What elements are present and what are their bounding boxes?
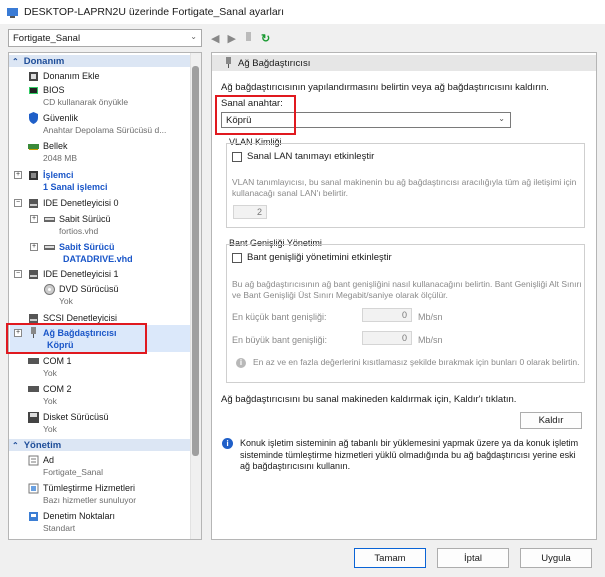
expand-processor-icon[interactable]: + — [14, 171, 22, 179]
expand-hdd1-icon[interactable]: + — [30, 215, 38, 223]
hardware-section-header[interactable]: ⌃ Donanım — [9, 55, 191, 67]
collapse-icon: ⌃ — [12, 440, 19, 450]
vlan-checkbox-row[interactable]: Sanal LAN tanımayı etkinleştir — [232, 151, 374, 162]
com-port-icon — [27, 383, 39, 395]
expand-hdd2-icon[interactable]: + — [30, 243, 38, 251]
bandwidth-description: Bu ağ bağdaştırıcısının ağ bant genişliğ… — [232, 279, 582, 300]
processor-icon — [27, 169, 39, 181]
hard-drive-icon — [43, 241, 55, 253]
chevron-down-icon: ⌄ — [498, 114, 505, 123]
cancel-button[interactable]: İptal — [437, 548, 509, 568]
name-icon — [27, 454, 39, 466]
tree-item-add-hardware[interactable]: Donanım Ekle — [27, 70, 100, 82]
tree-item-floppy[interactable]: Disket Sürücüsü Yok — [27, 411, 109, 435]
tree-item-checkpoints[interactable]: Denetim Noktaları Standart — [27, 510, 115, 534]
com-port-icon — [27, 355, 39, 367]
tree-item-ide-controller-1[interactable]: IDE Denetleyicisi 1 — [27, 268, 119, 280]
max-bandwidth-label: En büyük bant genişliği: — [232, 335, 328, 345]
forward-icon[interactable]: ▶ — [227, 32, 235, 45]
vm-icon — [244, 31, 253, 46]
ide-controller-icon — [27, 197, 39, 209]
vlan-checkbox[interactable] — [232, 151, 242, 162]
panel-title: Ağ Bağdaştırıcısı — [238, 57, 311, 69]
panel-header: Ağ Bağdaştırıcısı — [212, 55, 596, 71]
info-icon: i — [222, 438, 233, 449]
vlan-description: VLAN tanımlayıcısı, bu sanal makinenin b… — [232, 177, 577, 198]
shield-icon — [27, 112, 39, 124]
legacy-adapter-info: Konuk işletim sisteminin ağ tabanlı bir … — [240, 438, 579, 471]
chevron-down-icon: ⌄ — [190, 32, 197, 41]
tree-item-ide-controller-0[interactable]: IDE Denetleyicisi 0 — [27, 197, 119, 209]
bandwidth-checkbox-row[interactable]: Bant genişliği yönetimini etkinleştir — [232, 252, 392, 263]
tree-item-hard-drive-datadrive[interactable]: Sabit Sürücü DATADRIVE.vhd — [43, 241, 133, 265]
min-bandwidth-unit: Mb/sn — [418, 312, 443, 322]
ide-controller-icon — [27, 268, 39, 280]
tree-item-security[interactable]: Güvenlik Anahtar Depolama Sürücüsü d... — [27, 112, 166, 136]
bandwidth-note: En az ve en fazla değerlerini kısıtlamas… — [253, 357, 580, 367]
tree-item-bios[interactable]: BIOS CD kullanarak önyükle — [27, 84, 128, 108]
tree-item-memory[interactable]: Bellek 2048 MB — [27, 140, 77, 164]
window-title: DESKTOP-LAPRN2U üzerinde Fortigate_Sanal… — [24, 6, 285, 18]
add-hardware-icon — [27, 70, 39, 82]
apply-button[interactable]: Uygula — [520, 548, 592, 568]
remove-button[interactable]: Kaldır — [520, 412, 582, 429]
collapse-icon: ⌃ — [12, 56, 19, 66]
min-bandwidth-label: En küçük bant genişliği: — [232, 312, 327, 322]
highlight-box-virtual-switch — [215, 95, 296, 135]
max-bandwidth-input[interactable]: 0 — [362, 331, 412, 345]
floppy-icon — [27, 411, 39, 423]
vlan-id-input[interactable]: 2 — [233, 205, 267, 219]
max-bandwidth-unit: Mb/sn — [418, 335, 443, 345]
network-adapter-icon — [223, 57, 233, 72]
highlight-box-network-adapter — [6, 323, 147, 354]
remove-text: Ağ bağdaştırıcısını bu sanal makineden k… — [221, 394, 517, 405]
collapse-ide1-icon[interactable]: − — [14, 270, 22, 278]
refresh-icon[interactable]: ↻ — [261, 32, 270, 45]
ok-button[interactable]: Tamam — [354, 548, 426, 568]
hard-drive-icon — [43, 213, 55, 225]
bandwidth-checkbox-label: Bant genişliği yönetimini etkinleştir — [247, 252, 392, 263]
tree-scrollbar-thumb[interactable] — [192, 66, 199, 456]
dvd-icon — [43, 283, 55, 295]
nav-buttons: ◀ ▶ ↻ — [211, 29, 270, 47]
vm-selector[interactable]: Fortigate_Sanal ⌄ — [8, 29, 202, 47]
min-bandwidth-input[interactable]: 0 — [362, 308, 412, 322]
tree-item-hard-drive-fortios[interactable]: Sabit Sürücü fortios.vhd — [43, 213, 111, 237]
settings-tree: ⌃ Donanım Donanım Ekle BIOS CD kullanarak … — [8, 52, 202, 540]
vm-selector-value: Fortigate_Sanal — [13, 32, 81, 44]
checkpoint-icon — [27, 510, 39, 522]
title-bar: DESKTOP-LAPRN2U üzerinde Fortigate_Sanal… — [0, 0, 605, 24]
collapse-ide0-icon[interactable]: − — [14, 199, 22, 207]
bandwidth-checkbox[interactable] — [232, 252, 242, 263]
tree-item-com1[interactable]: COM 1 Yok — [27, 355, 72, 379]
tree-item-dvd-drive[interactable]: DVD Sürücüsü Yok — [43, 283, 119, 307]
info-icon: i — [236, 358, 246, 368]
integration-icon — [27, 482, 39, 494]
bios-icon — [27, 84, 39, 96]
hyper-v-icon — [6, 6, 19, 19]
tree-item-integration-services[interactable]: Tümleştirme Hizmetleri Bazı hizmetler sun… — [27, 482, 136, 506]
tree-item-name[interactable]: Ad Fortigate_Sanal — [27, 454, 103, 478]
memory-icon — [27, 140, 39, 152]
back-icon[interactable]: ◀ — [211, 32, 219, 45]
management-section-header[interactable]: ⌃ Yönetim — [9, 439, 191, 451]
tree-item-processor[interactable]: İşlemci 1 Sanal işlemci — [27, 169, 108, 193]
tree-item-com2[interactable]: COM 2 Yok — [27, 383, 72, 407]
vlan-checkbox-label: Sanal LAN tanımayı etkinleştir — [247, 151, 375, 162]
intro-text: Ağ bağdaştırıcısının yapılandırmasını be… — [221, 82, 549, 93]
